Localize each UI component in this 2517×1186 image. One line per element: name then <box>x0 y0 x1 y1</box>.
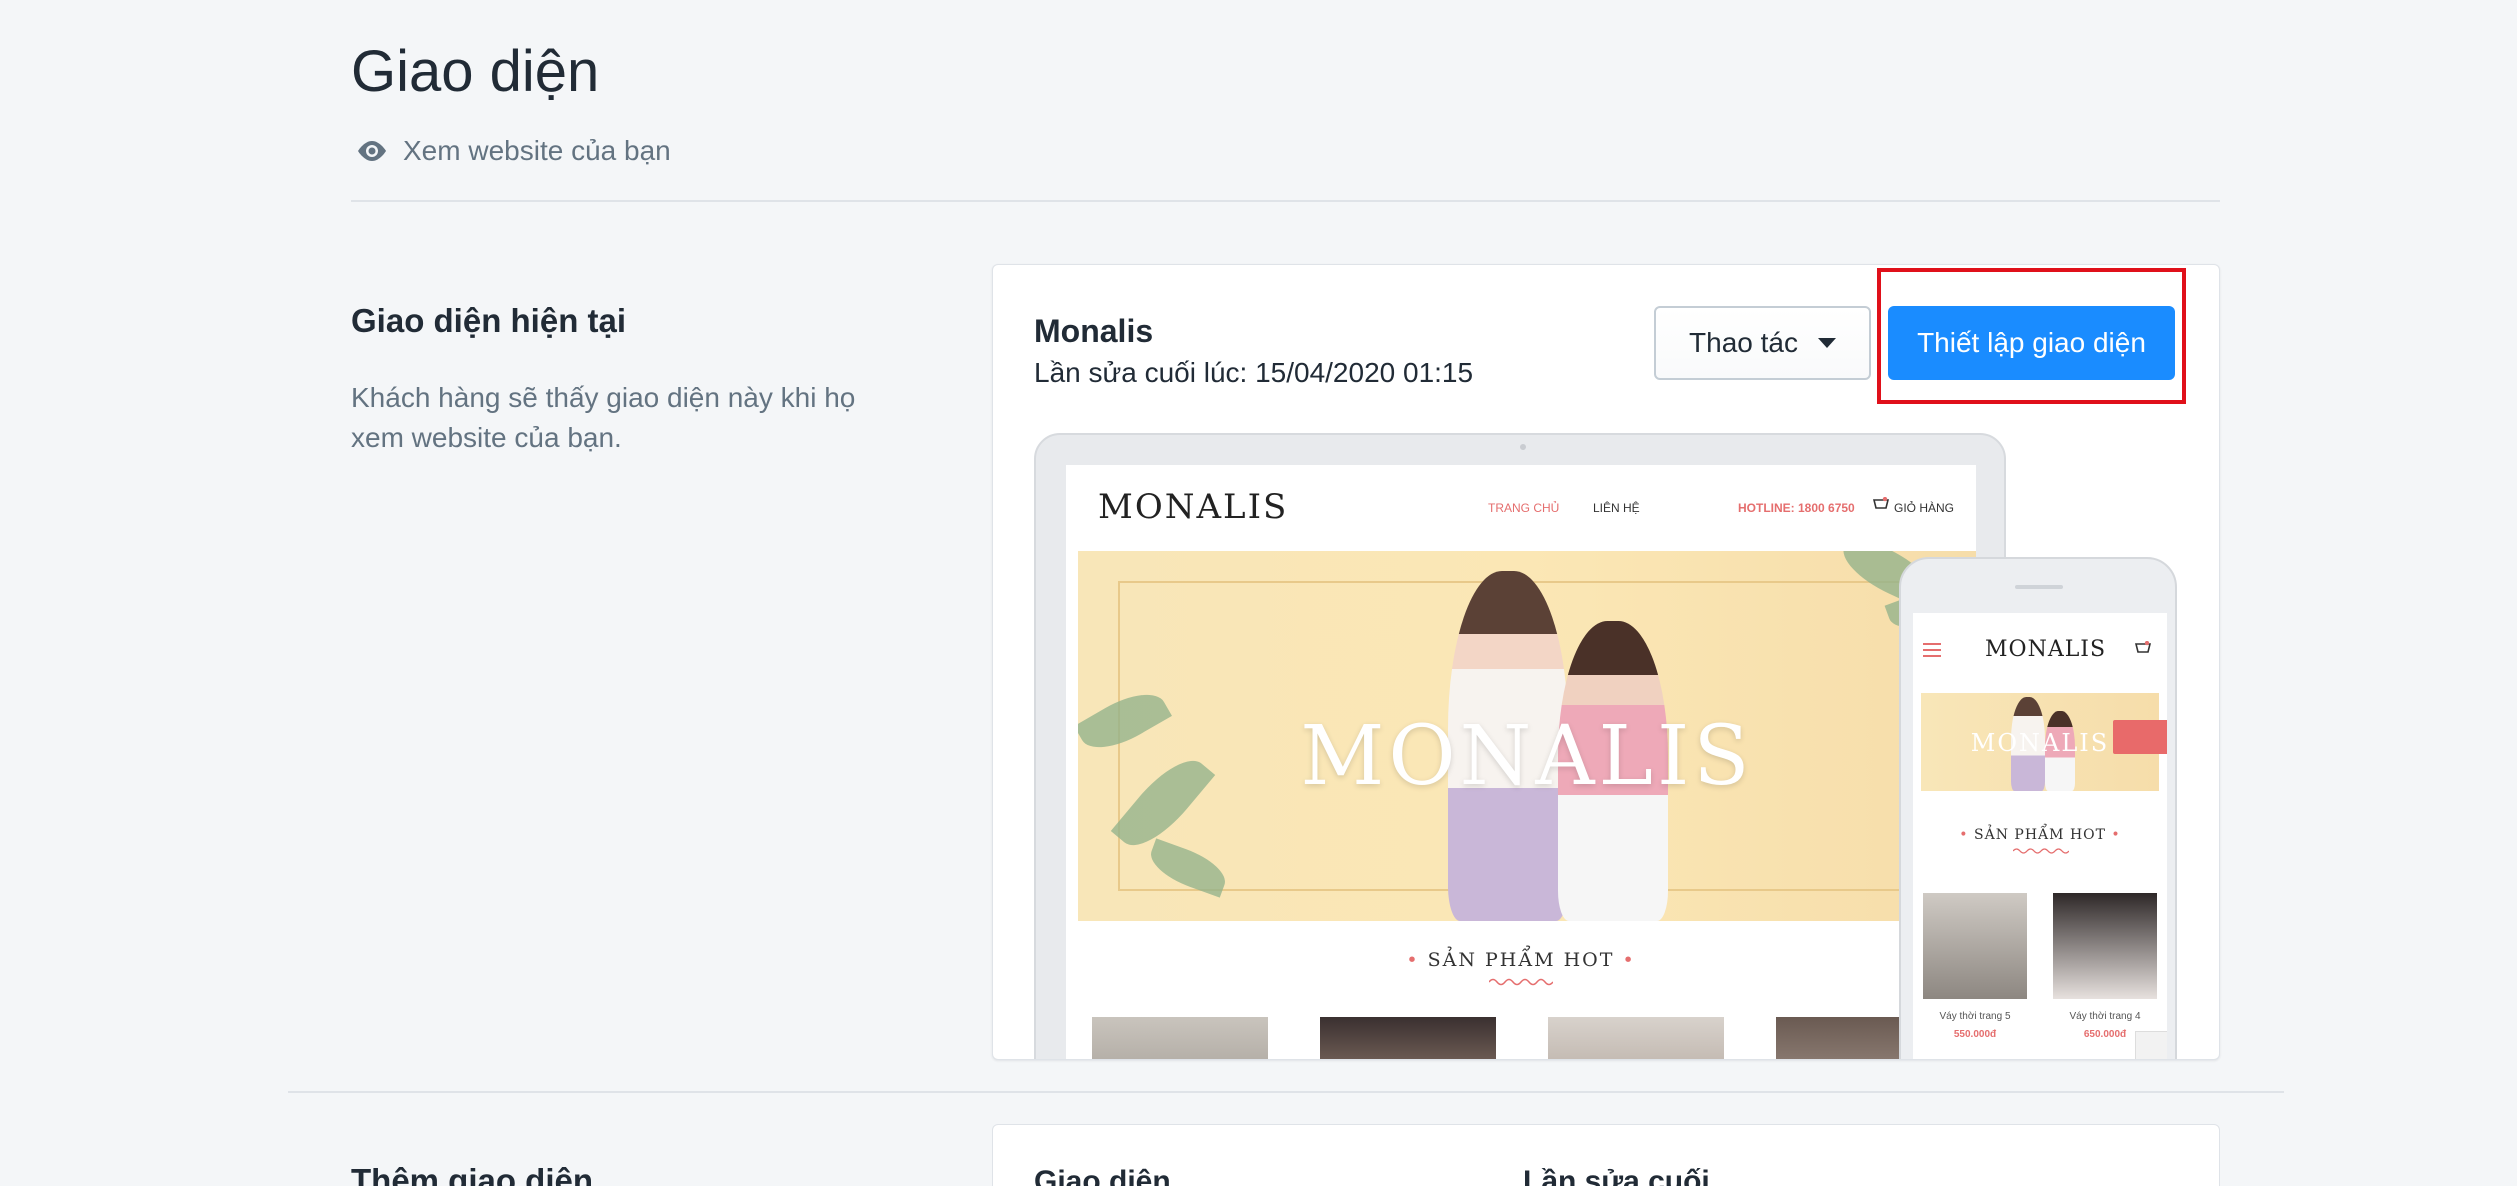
product-thumbnail <box>1548 1017 1724 1059</box>
preview-banner: MONALIS <box>1078 551 1976 921</box>
banner-text: MONALIS <box>1300 709 1754 804</box>
theme-last-edited: Lần sửa cuối lúc: 15/04/2020 01:15 <box>1034 357 1474 388</box>
actions-label: Thao tác <box>1689 327 1798 358</box>
header-divider <box>351 200 2220 202</box>
preview-site-header: MONALIS TRANG CHỦ LIÊN HỆ HOTLINE: 1800 … <box>1066 465 1976 551</box>
recaptcha-badge <box>2135 1031 2167 1059</box>
preview-cart-label: GIỎ HÀNG <box>1894 501 1955 515</box>
preview-hotline: HOTLINE: 1800 6750 <box>1738 501 1855 515</box>
cart-icon <box>2135 641 2151 653</box>
theme-list-card: Giao diện Lần sửa cuối <box>992 1124 2220 1186</box>
mobile-product-name: Váy thời trang 5 <box>1939 1011 2011 1022</box>
laptop-camera <box>1520 444 1526 450</box>
caret-down-icon <box>1817 338 1836 348</box>
add-theme-title: Thêm giao diện <box>351 1162 594 1186</box>
mobile-product-price: 550.000đ <box>1953 1029 1997 1040</box>
desktop-preview-screen: MONALIS TRANG CHỦ LIÊN HỆ HOTLINE: 1800 … <box>1066 465 1976 1059</box>
product-thumbnail <box>1320 1017 1496 1059</box>
preview-nav-contact: LIÊN HỆ <box>1593 501 1640 515</box>
mobile-preview-screen: MONALIS MONALIS • SẢN PHẨM HOT • Váy thờ… <box>1913 613 2167 1059</box>
mobile-logo: MONALIS <box>1985 637 2107 662</box>
page-title: Giao diện <box>351 39 600 104</box>
desktop-preview: MONALIS TRANG CHỦ LIÊN HỆ HOTLINE: 1800 … <box>1034 433 2006 1059</box>
hot-title-text: SẢN PHẨM HOT <box>1427 949 1615 971</box>
phone-speaker <box>2015 585 2063 589</box>
section-divider <box>288 1091 2284 1093</box>
preview-logo: MONALIS <box>1098 487 1289 527</box>
theme-name: Monalis <box>1034 313 1154 349</box>
current-theme-title: Giao diện hiện tại <box>351 302 627 339</box>
customize-label: Thiết lập giao diện <box>1917 327 2146 358</box>
actions-dropdown-button[interactable]: Thao tác <box>1654 306 1871 380</box>
customize-theme-button[interactable]: Thiết lập giao diện <box>1888 306 2175 380</box>
view-website-label: Xem website của bạn <box>403 135 671 166</box>
current-theme-card: Monalis Lần sửa cuối lúc: 15/04/2020 01:… <box>992 264 2220 1060</box>
mobile-preview: MONALIS MONALIS • SẢN PHẨM HOT • Váy thờ… <box>1899 557 2177 1059</box>
mobile-product-image <box>1923 893 2027 999</box>
wave-decoration <box>2013 848 2069 854</box>
mobile-hot-title: • SẢN PHẨM HOT • <box>1959 827 2121 843</box>
preview-hot-title: • SẢN PHẨM HOT • <box>1406 949 1636 971</box>
preview-nav-home: TRANG CHỦ <box>1488 501 1560 515</box>
chat-widget-icon[interactable] <box>2113 720 2167 754</box>
mobile-product-name: Váy thời trang 4 <box>2069 1011 2141 1022</box>
current-theme-description: Khách hàng sẽ thấy giao diện này khi họ … <box>351 382 856 453</box>
mobile-product-image <box>2053 893 2157 999</box>
wave-decoration <box>1489 978 1553 986</box>
product-thumbnail <box>1092 1017 1268 1059</box>
view-website-link[interactable]: Xem website của bạn <box>355 135 671 167</box>
mobile-hot-title-text: SẢN PHẨM HOT <box>1974 827 2106 843</box>
eye-icon <box>358 141 386 161</box>
column-header-last-edit: Lần sửa cuối <box>1523 1165 1710 1186</box>
cart-icon <box>1873 497 1889 509</box>
hamburger-icon <box>1923 643 1941 657</box>
column-header-theme: Giao diện <box>1034 1165 1171 1186</box>
